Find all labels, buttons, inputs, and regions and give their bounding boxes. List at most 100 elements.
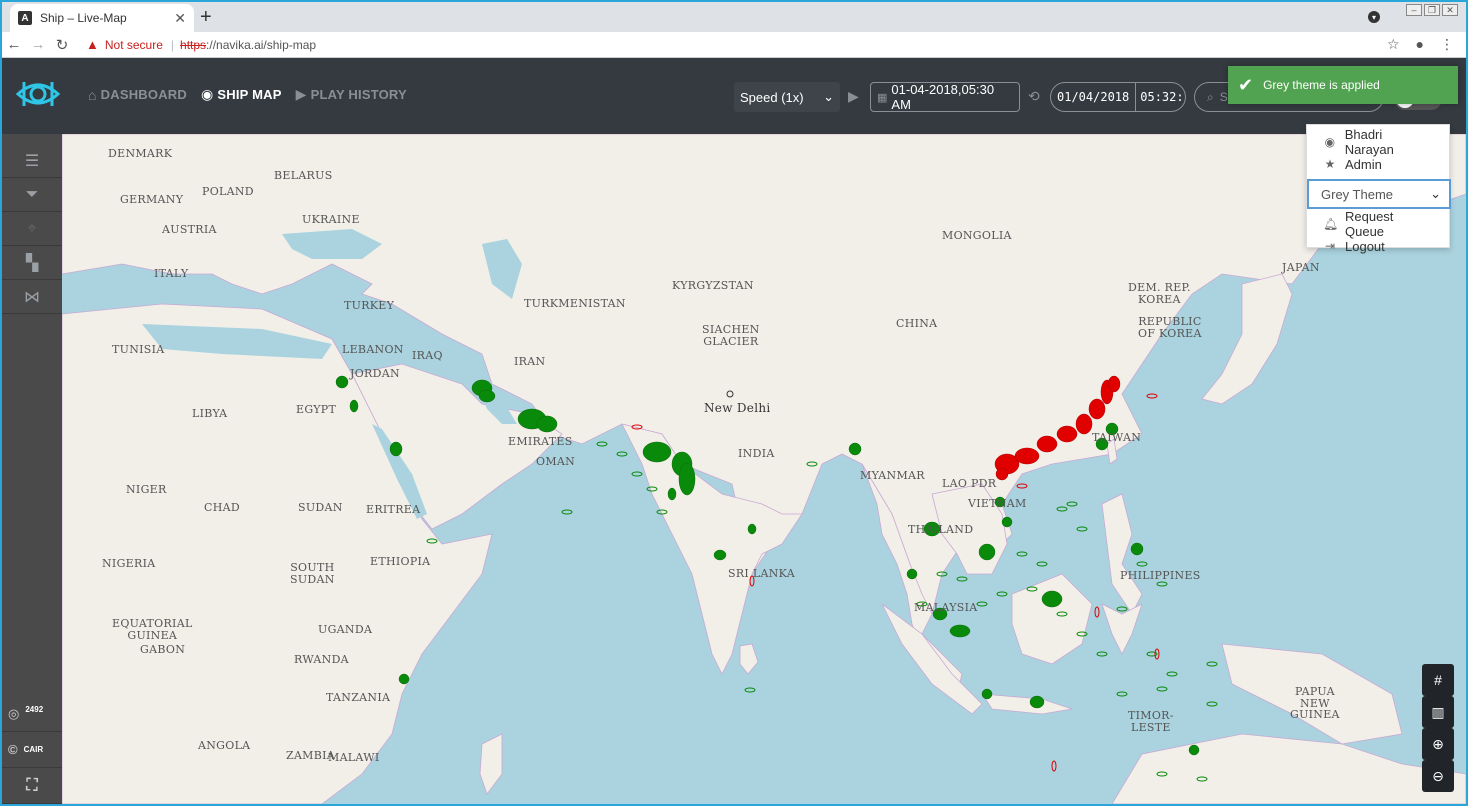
map-label: JORDAN [350, 367, 400, 380]
nav-dashboard[interactable]: ⌂ DASHBOARD [88, 86, 187, 103]
map-label: BELARUS [274, 169, 333, 182]
copyright-icon: © [8, 742, 18, 757]
map-label: ANGOLA [198, 739, 251, 752]
restore-icon[interactable]: ❐ [1424, 4, 1440, 16]
account-icon[interactable]: ● [1416, 36, 1424, 53]
logout-icon: ⇥ [1324, 239, 1336, 253]
map-label: THAILAND [908, 523, 974, 536]
main-nav: ⌂ DASHBOARD ◉ SHIP MAP ▶ PLAY HISTORY [88, 86, 407, 103]
menu-icon[interactable]: ☰ [2, 144, 62, 178]
nav-play-history[interactable]: ▶ PLAY HISTORY [296, 86, 407, 103]
sidebar-footer: ◎ 2492 © CAIR ⛶ [2, 696, 62, 804]
favicon-icon: A [18, 11, 32, 25]
request-queue-item[interactable]: 🔔︎ Request Queue [1307, 209, 1449, 239]
map-label: TUNISIA [112, 343, 165, 356]
map-label: ERITREA [366, 503, 421, 516]
filter-icon[interactable]: ⏷ [2, 178, 62, 212]
search-icon: ⌕ [1207, 89, 1214, 104]
map-label: DENMARK [108, 147, 173, 160]
map-label: EQUATORIAL GUINEA [112, 617, 193, 642]
url-field[interactable]: ▲ Not secure | https ://navika.ai/ship-m… [86, 37, 1387, 52]
map-label: JAPAN [1282, 261, 1320, 274]
brand-badge: © CAIR [2, 732, 62, 768]
date-time-input[interactable]: ▦ 01-04-2018,05:30 AM [870, 82, 1020, 112]
zoom-out-icon[interactable]: ⊖ [1422, 760, 1454, 792]
calendar-icon: ▦ [877, 91, 888, 104]
close-window-icon[interactable]: ✕ [1442, 4, 1458, 16]
radio-target-icon: ◉ [200, 86, 214, 102]
map-label: GABON [140, 643, 186, 656]
map-label: LEBANON [342, 343, 404, 356]
browser-menu-icon[interactable]: ⋮ [1440, 36, 1454, 53]
ship-map[interactable]: DENMARK BELARUS POLAND GERMANY UKRAINE A… [62, 134, 1466, 804]
layers-icon[interactable]: ▚ [2, 246, 62, 280]
map-label: PAPUA NEW GUINEA [1290, 685, 1340, 722]
browser-window: A Ship – Live-Map ✕ + ▾ – ❐ ✕ ← → ↻ ▲ No… [0, 0, 1468, 806]
back-icon[interactable]: ← [2, 36, 26, 53]
chevron-down-icon: ⌄ [823, 89, 834, 104]
check-icon: ✔ [1238, 74, 1254, 95]
map-label: SOUTH SUDAN [290, 561, 335, 586]
browser-tab[interactable]: A Ship – Live-Map ✕ [10, 4, 194, 32]
map-label: POLAND [202, 185, 254, 198]
bell-icon: 🔔︎ [1323, 217, 1339, 231]
toast-notification: ✔ Grey theme is applied [1228, 66, 1458, 104]
map-label: LAO PDR [942, 477, 997, 490]
map-label: MALAYSIA [914, 601, 978, 614]
user-name-row: ◉ Bhadri Narayan [1324, 127, 1394, 157]
reset-time-icon[interactable]: ⟲ [1028, 88, 1040, 105]
new-tab-icon[interactable]: + [200, 6, 212, 29]
zoom-in-icon[interactable]: ⊕ [1422, 728, 1454, 760]
theme-select[interactable]: Grey Theme ⌄ [1307, 179, 1451, 209]
map-label: IRAQ [412, 349, 443, 362]
navika-logo[interactable] [14, 74, 62, 114]
map-label: MONGOLIA [942, 229, 1012, 242]
map-label: INDIA [738, 447, 775, 460]
map-label: EMIRATES [508, 435, 573, 448]
window-controls: – ❐ ✕ [1406, 4, 1458, 16]
minimize-icon[interactable]: – [1406, 4, 1422, 16]
network-icon[interactable]: ⋈ [2, 280, 62, 314]
city-label: New Delhi [704, 401, 771, 415]
map-label: LIBYA [192, 407, 228, 420]
forward-icon[interactable]: → [26, 36, 50, 53]
tab-close-icon[interactable]: ✕ [174, 10, 186, 27]
reload-icon[interactable]: ↻ [50, 36, 74, 54]
map-label: DEM. REP. KOREA [1128, 281, 1191, 306]
address-bar: ← → ↻ ▲ Not secure | https ://navika.ai/… [2, 32, 1466, 58]
map-label: RWANDA [294, 653, 349, 666]
not-secure-label: Not secure [104, 37, 163, 52]
home-icon: ⌂ [88, 86, 97, 103]
map-icon[interactable]: ▥ [1422, 696, 1454, 728]
profile-menu-icon[interactable]: ▾ [1368, 11, 1380, 23]
speed-select[interactable]: Speed (1x) ⌄ [734, 82, 840, 112]
live-clock: 01/04/2018 05:32:21 [1050, 82, 1186, 112]
tab-title: Ship – Live-Map [40, 11, 127, 25]
map-label: OMAN [536, 455, 576, 468]
grid-icon[interactable]: # [1422, 664, 1454, 696]
map-label: MALAWI [328, 751, 380, 764]
map-label: NIGER [126, 483, 167, 496]
map-label: SIACHEN GLACIER [702, 323, 760, 348]
map-label: MYANMAR [860, 469, 925, 482]
fullscreen-icon[interactable]: ⛶ [2, 768, 62, 804]
map-label: CHINA [896, 317, 938, 330]
map-label: TIMOR- LESTE [1128, 709, 1174, 734]
map-label: TANZANIA [326, 691, 391, 704]
user-menu: ◉ Bhadri Narayan ★ Admin Grey Theme ⌄ 🔔︎… [1306, 124, 1451, 254]
play-icon[interactable]: ▶ [848, 88, 859, 105]
star-icon: ★ [1324, 157, 1336, 171]
url-scheme: https [180, 37, 207, 52]
map-canvas[interactable] [62, 134, 1466, 804]
map-label: EGYPT [296, 403, 337, 416]
map-label: SUDAN [298, 501, 343, 514]
map-label: TURKEY [344, 299, 395, 312]
chevron-down-icon: ⌄ [1430, 186, 1441, 201]
map-label: TAIWAN [1092, 431, 1142, 444]
map-label: ETHIOPIA [370, 555, 431, 568]
bookmark-star-icon[interactable]: ☆ [1387, 36, 1400, 53]
nav-ship-map[interactable]: ◉ SHIP MAP [201, 86, 282, 103]
crosshair-icon[interactable]: ⌖ [2, 212, 62, 246]
toast-message: Grey theme is applied [1263, 78, 1380, 92]
map-label: GERMANY [120, 193, 184, 206]
